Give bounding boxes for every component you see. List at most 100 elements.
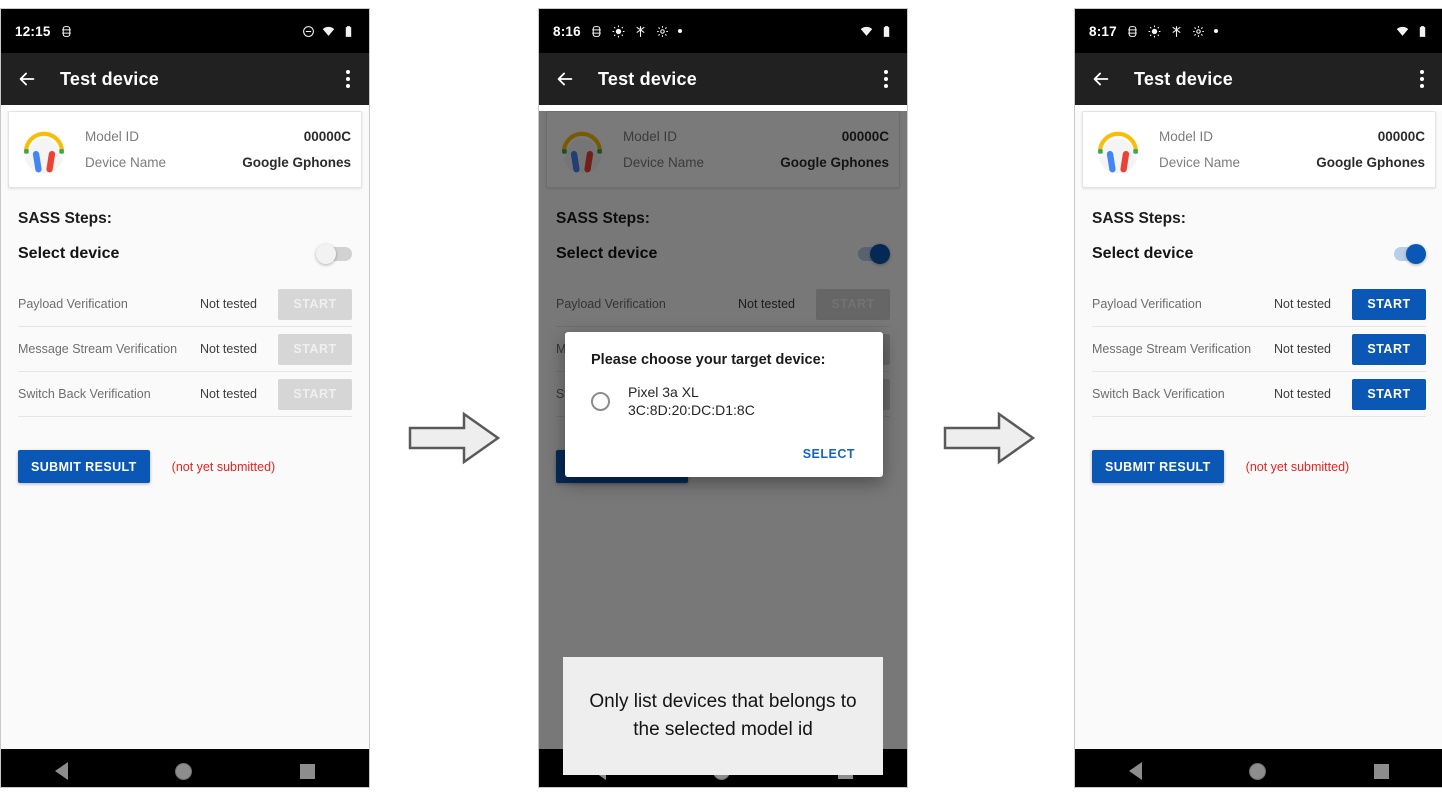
screenshot-stage: 12:15 Test device Model ID 00000C Device… xyxy=(0,0,1442,795)
system-nav-bar xyxy=(1075,749,1442,787)
dot-icon xyxy=(1213,29,1218,33)
select-device-row[interactable]: Select device xyxy=(18,244,352,264)
table-row: Message Stream Verification Not tested S… xyxy=(1092,327,1426,372)
submit-row: SUBMIT RESULT (not yet submitted) xyxy=(18,450,369,483)
select-device-label: Select device xyxy=(556,245,658,262)
dialog-select-button[interactable]: SELECT xyxy=(797,439,861,469)
do-not-disturb-icon xyxy=(303,25,314,37)
screen-content: Model ID 00000C Device Name Google Gphon… xyxy=(1075,111,1442,749)
sass-steps-heading: SASS Steps: xyxy=(1092,210,1186,227)
device-name-label: Device Name xyxy=(85,155,167,170)
page-title: Test device xyxy=(60,68,159,89)
device-info-card: Model ID 00000C Device Name Google Gphon… xyxy=(546,111,900,188)
device-info-row: Model ID 00000C xyxy=(85,124,351,150)
step-status: Not tested xyxy=(200,387,257,401)
status-bar-right xyxy=(302,25,355,38)
phone-screen-3: 8:17 Test device Model ID 00000C Device … xyxy=(1074,8,1442,788)
status-bar-clock: 8:17 xyxy=(1089,23,1117,39)
wifi-icon xyxy=(860,26,873,36)
submit-result-button[interactable]: SUBMIT RESULT xyxy=(18,450,150,483)
status-bar-right xyxy=(860,25,893,38)
nav-home-icon[interactable] xyxy=(175,762,193,780)
start-button[interactable]: START xyxy=(278,288,352,320)
start-button[interactable]: START xyxy=(278,333,352,365)
overflow-menu-icon[interactable] xyxy=(880,64,892,94)
step-status: Not tested xyxy=(1274,387,1331,401)
battery-icon xyxy=(345,25,352,37)
model-id-label: Model ID xyxy=(85,129,140,144)
step-name: Switch Back Verification xyxy=(1092,386,1225,401)
status-bar-right xyxy=(1396,25,1429,38)
start-button[interactable]: START xyxy=(278,378,352,410)
status-bar-left: 12:15 xyxy=(15,24,73,39)
device-name-value: Google Gphones xyxy=(242,155,351,170)
battery-icon xyxy=(1419,25,1426,37)
brightness-icon xyxy=(1148,25,1161,37)
overflow-menu-icon[interactable] xyxy=(1416,64,1428,94)
device-info-row: Device Name Google Gphones xyxy=(623,150,889,176)
wifi-icon xyxy=(1396,26,1409,36)
model-id-value: 00000C xyxy=(303,129,351,144)
table-row: Switch Back Verification Not tested STAR… xyxy=(1092,372,1426,417)
device-info-rows: Model ID 00000C Device Name Google Gphon… xyxy=(85,124,351,176)
back-arrow-icon[interactable] xyxy=(554,68,576,90)
page-title: Test device xyxy=(598,68,697,89)
back-arrow-icon[interactable] xyxy=(16,68,38,90)
sass-steps-heading: SASS Steps: xyxy=(18,210,112,227)
status-bar-left: 8:17 xyxy=(1089,24,1218,39)
nav-home-icon[interactable] xyxy=(1249,762,1267,780)
nav-recent-icon[interactable] xyxy=(300,763,316,779)
android-debug-icon xyxy=(591,25,601,37)
device-info-row: Device Name Google Gphones xyxy=(85,150,351,176)
model-id-value: 00000C xyxy=(1377,129,1425,144)
back-arrow-icon[interactable] xyxy=(1090,68,1112,90)
steps-list: Payload Verification Not tested START Me… xyxy=(1092,282,1426,417)
step-name: Payload Verification xyxy=(556,296,666,311)
phone-screen-2: 8:16 Test device Model ID 00000C Device … xyxy=(538,8,908,788)
table-row: Switch Back Verification Not tested STAR… xyxy=(18,372,352,417)
nav-back-icon[interactable] xyxy=(1128,762,1142,780)
start-button[interactable]: START xyxy=(1352,288,1426,320)
status-bar-left: 8:16 xyxy=(553,24,682,39)
nav-back-icon[interactable] xyxy=(54,762,68,780)
dialog-title: Please choose your target device: xyxy=(591,352,826,368)
step-name: Switch Back Verification xyxy=(18,386,151,401)
dot-icon xyxy=(677,29,682,33)
model-id-value: 00000C xyxy=(841,129,889,144)
table-row: Message Stream Verification Not tested S… xyxy=(18,327,352,372)
status-bar: 12:15 xyxy=(1,9,369,53)
overflow-menu-icon[interactable] xyxy=(342,64,354,94)
select-device-toggle[interactable] xyxy=(316,244,352,264)
select-device-label: Select device xyxy=(18,245,120,262)
select-device-toggle[interactable] xyxy=(1390,244,1426,264)
phone-screen-1: 12:15 Test device Model ID 00000C Device… xyxy=(0,8,370,788)
status-bar-clock: 8:16 xyxy=(553,23,581,39)
select-device-toggle[interactable] xyxy=(854,244,890,264)
start-button[interactable]: START xyxy=(1352,333,1426,365)
device-name-value: Google Gphones xyxy=(780,155,889,170)
submit-result-button[interactable]: SUBMIT RESULT xyxy=(1092,450,1224,483)
system-nav-bar xyxy=(1,749,369,787)
dialog-option-row[interactable]: Pixel 3a XL 3C:8D:20:DC:D1:8C xyxy=(587,383,861,419)
device-chooser-dialog: Please choose your target device: Pixel … xyxy=(565,332,883,477)
battery-icon xyxy=(883,25,890,37)
step-status: Not tested xyxy=(200,342,257,356)
device-info-card: Model ID 00000C Device Name Google Gphon… xyxy=(1082,111,1436,188)
step-status: Not tested xyxy=(200,297,257,311)
model-id-label: Model ID xyxy=(623,129,678,144)
device-name-label: Device Name xyxy=(623,155,705,170)
step-name: Payload Verification xyxy=(18,296,128,311)
table-row: Payload Verification Not tested START xyxy=(18,282,352,327)
start-button[interactable]: START xyxy=(1352,378,1426,410)
dialog-option-name: Pixel 3a XL xyxy=(628,384,699,400)
app-bar: Test device xyxy=(1075,53,1442,105)
start-button[interactable]: START xyxy=(816,288,890,320)
android-debug-icon xyxy=(61,25,71,37)
nav-recent-icon[interactable] xyxy=(1374,763,1390,779)
device-info-rows: Model ID 00000C Device Name Google Gphon… xyxy=(623,124,889,176)
device-info-card: Model ID 00000C Device Name Google Gphon… xyxy=(8,111,362,188)
model-id-label: Model ID xyxy=(1159,129,1214,144)
select-device-row[interactable]: Select device xyxy=(1092,244,1426,264)
select-device-row[interactable]: Select device xyxy=(556,244,890,264)
radio-button-icon[interactable] xyxy=(591,391,610,411)
